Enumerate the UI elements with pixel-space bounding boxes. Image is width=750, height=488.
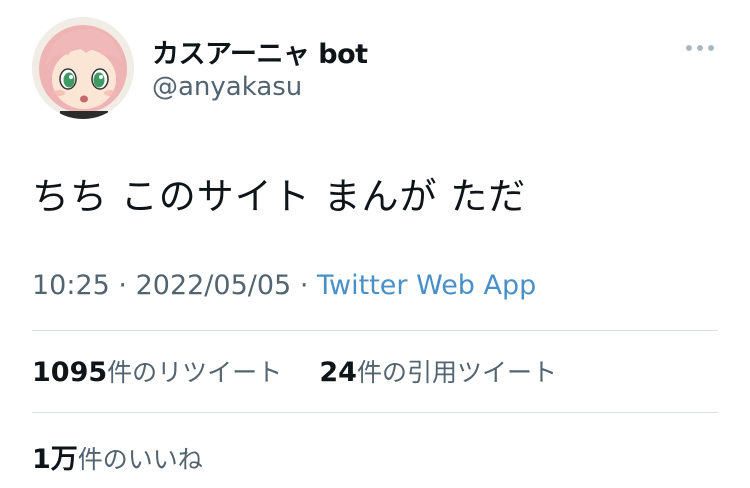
author-handle[interactable]: @anyakasu	[152, 72, 302, 102]
tweet-date[interactable]: 2022/05/05	[136, 270, 292, 301]
meta-separator: ·	[118, 270, 127, 301]
avatar[interactable]	[32, 17, 134, 119]
quotes-count: 24	[319, 357, 357, 388]
likes-label: 件のいいね	[77, 445, 203, 474]
quotes-label: 件の引用ツイート	[356, 358, 557, 387]
meta-separator: ·	[299, 270, 309, 301]
divider	[32, 330, 718, 331]
divider	[32, 412, 718, 413]
engagement-stats-row: 1095件のリツイート 24件の引用ツイート	[32, 353, 557, 389]
quotes-stat[interactable]: 24件の引用ツイート	[319, 357, 557, 388]
likes-count: 1万	[32, 444, 78, 475]
tweet-meta: 10:25 · 2022/05/05 · Twitter Web App	[32, 270, 536, 301]
tweet-source-link[interactable]: Twitter Web App	[317, 270, 536, 301]
likes-stats-row: 1万件のいいね	[32, 437, 203, 476]
author-name[interactable]: カスアーニャ bot	[152, 32, 368, 71]
avatar-image	[32, 17, 134, 119]
retweets-count: 1095	[32, 357, 108, 388]
retweets-stat[interactable]: 1095件のリツイート	[32, 357, 291, 388]
tweet-text: ちち このサイト まんが ただ	[32, 175, 527, 218]
more-options-icon[interactable]	[682, 38, 718, 58]
retweets-label: 件のリツイート	[107, 358, 283, 387]
likes-stat[interactable]: 1万件のいいね	[32, 444, 203, 475]
tweet-time: 10:25	[32, 270, 110, 301]
